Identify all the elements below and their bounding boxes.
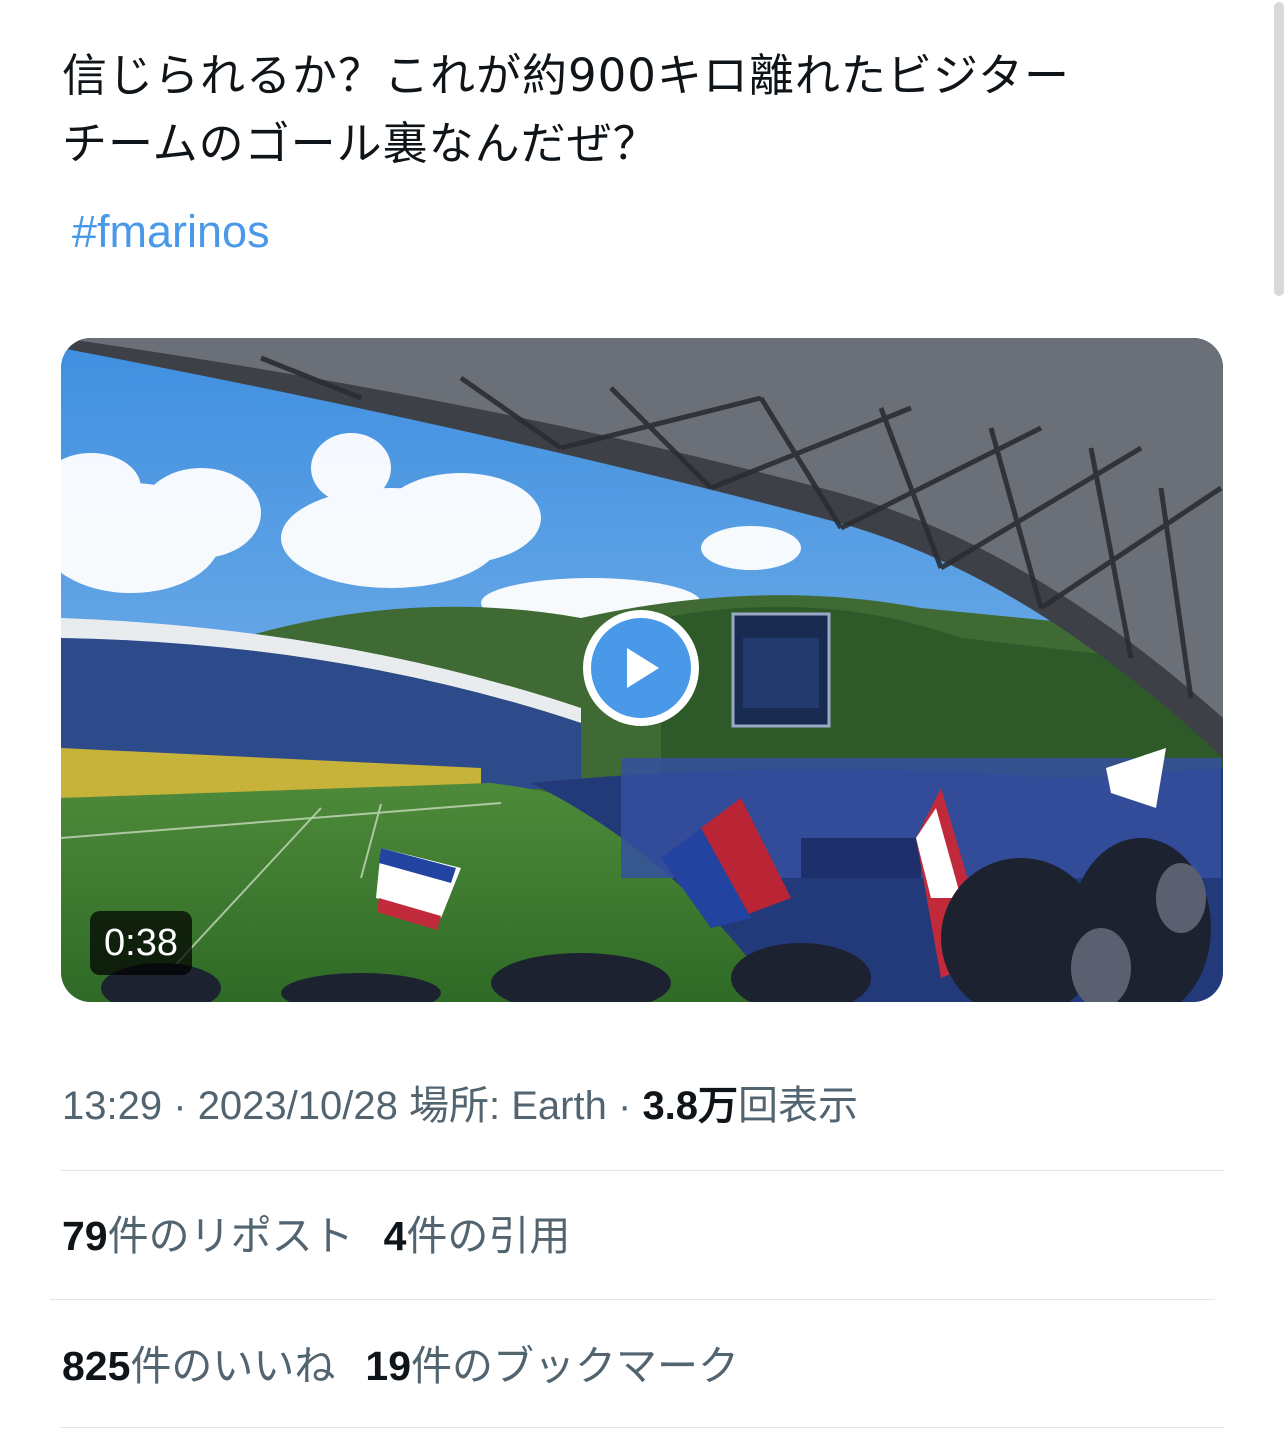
quotes-label: 件の引用 [406, 1213, 571, 1259]
stats-row-reposts: 79件のリポスト 4件の引用 [62, 1204, 600, 1268]
bookmarks-label: 件のブックマーク [411, 1343, 740, 1389]
views-count: 3.8万 [642, 1084, 739, 1128]
scroll-indicator[interactable] [1274, 2, 1284, 296]
tweet-text-line-2: チームのゴール裏なんだぜ？ [62, 117, 659, 170]
divider [61, 1170, 1224, 1171]
play-button[interactable] [583, 610, 699, 726]
tweet-text-line-1: 信じられるか？これが約900キロ離れたビジター [62, 49, 1070, 102]
video-duration-badge: 0:38 [90, 911, 192, 975]
video-player[interactable]: 0:38 [61, 338, 1223, 1002]
divider [50, 1299, 1215, 1300]
meta-separator: · [617, 1084, 632, 1128]
tweet-location: 場所: Earth [409, 1084, 607, 1128]
play-triangle-icon [627, 648, 659, 688]
bookmarks-stat[interactable]: 19件のブックマーク [365, 1334, 739, 1398]
meta-separator: · [173, 1084, 187, 1128]
bookmarks-count: 19 [365, 1343, 412, 1389]
likes-stat[interactable]: 825件のいいね [62, 1334, 335, 1398]
hashtag-link[interactable]: #fmarinos [72, 198, 270, 266]
tweet-time[interactable]: 13:29 [62, 1084, 162, 1128]
reposts-count: 79 [62, 1213, 108, 1259]
reposts-label: 件のリポスト [107, 1213, 354, 1259]
tweet-date[interactable]: 2023/10/28 [198, 1084, 398, 1128]
play-icon [591, 618, 691, 718]
quotes-stat[interactable]: 4件の引用 [384, 1204, 571, 1268]
likes-label: 件のいいね [130, 1343, 336, 1389]
likes-count: 825 [62, 1343, 131, 1389]
views-label: 回表示 [738, 1084, 859, 1128]
stats-row-likes: 825件のいいね 19件のブックマーク [62, 1334, 769, 1398]
quotes-count: 4 [383, 1213, 407, 1259]
divider [61, 1427, 1224, 1428]
reposts-stat[interactable]: 79件のリポスト [62, 1204, 354, 1268]
tweet-meta: 13:29 · 2023/10/28 場所: Earth · 3.8万回表示 [62, 1076, 858, 1136]
tweet-text: 信じられるか？これが約900キロ離れたビジター チームのゴール裏なんだぜ？ [62, 42, 1222, 178]
